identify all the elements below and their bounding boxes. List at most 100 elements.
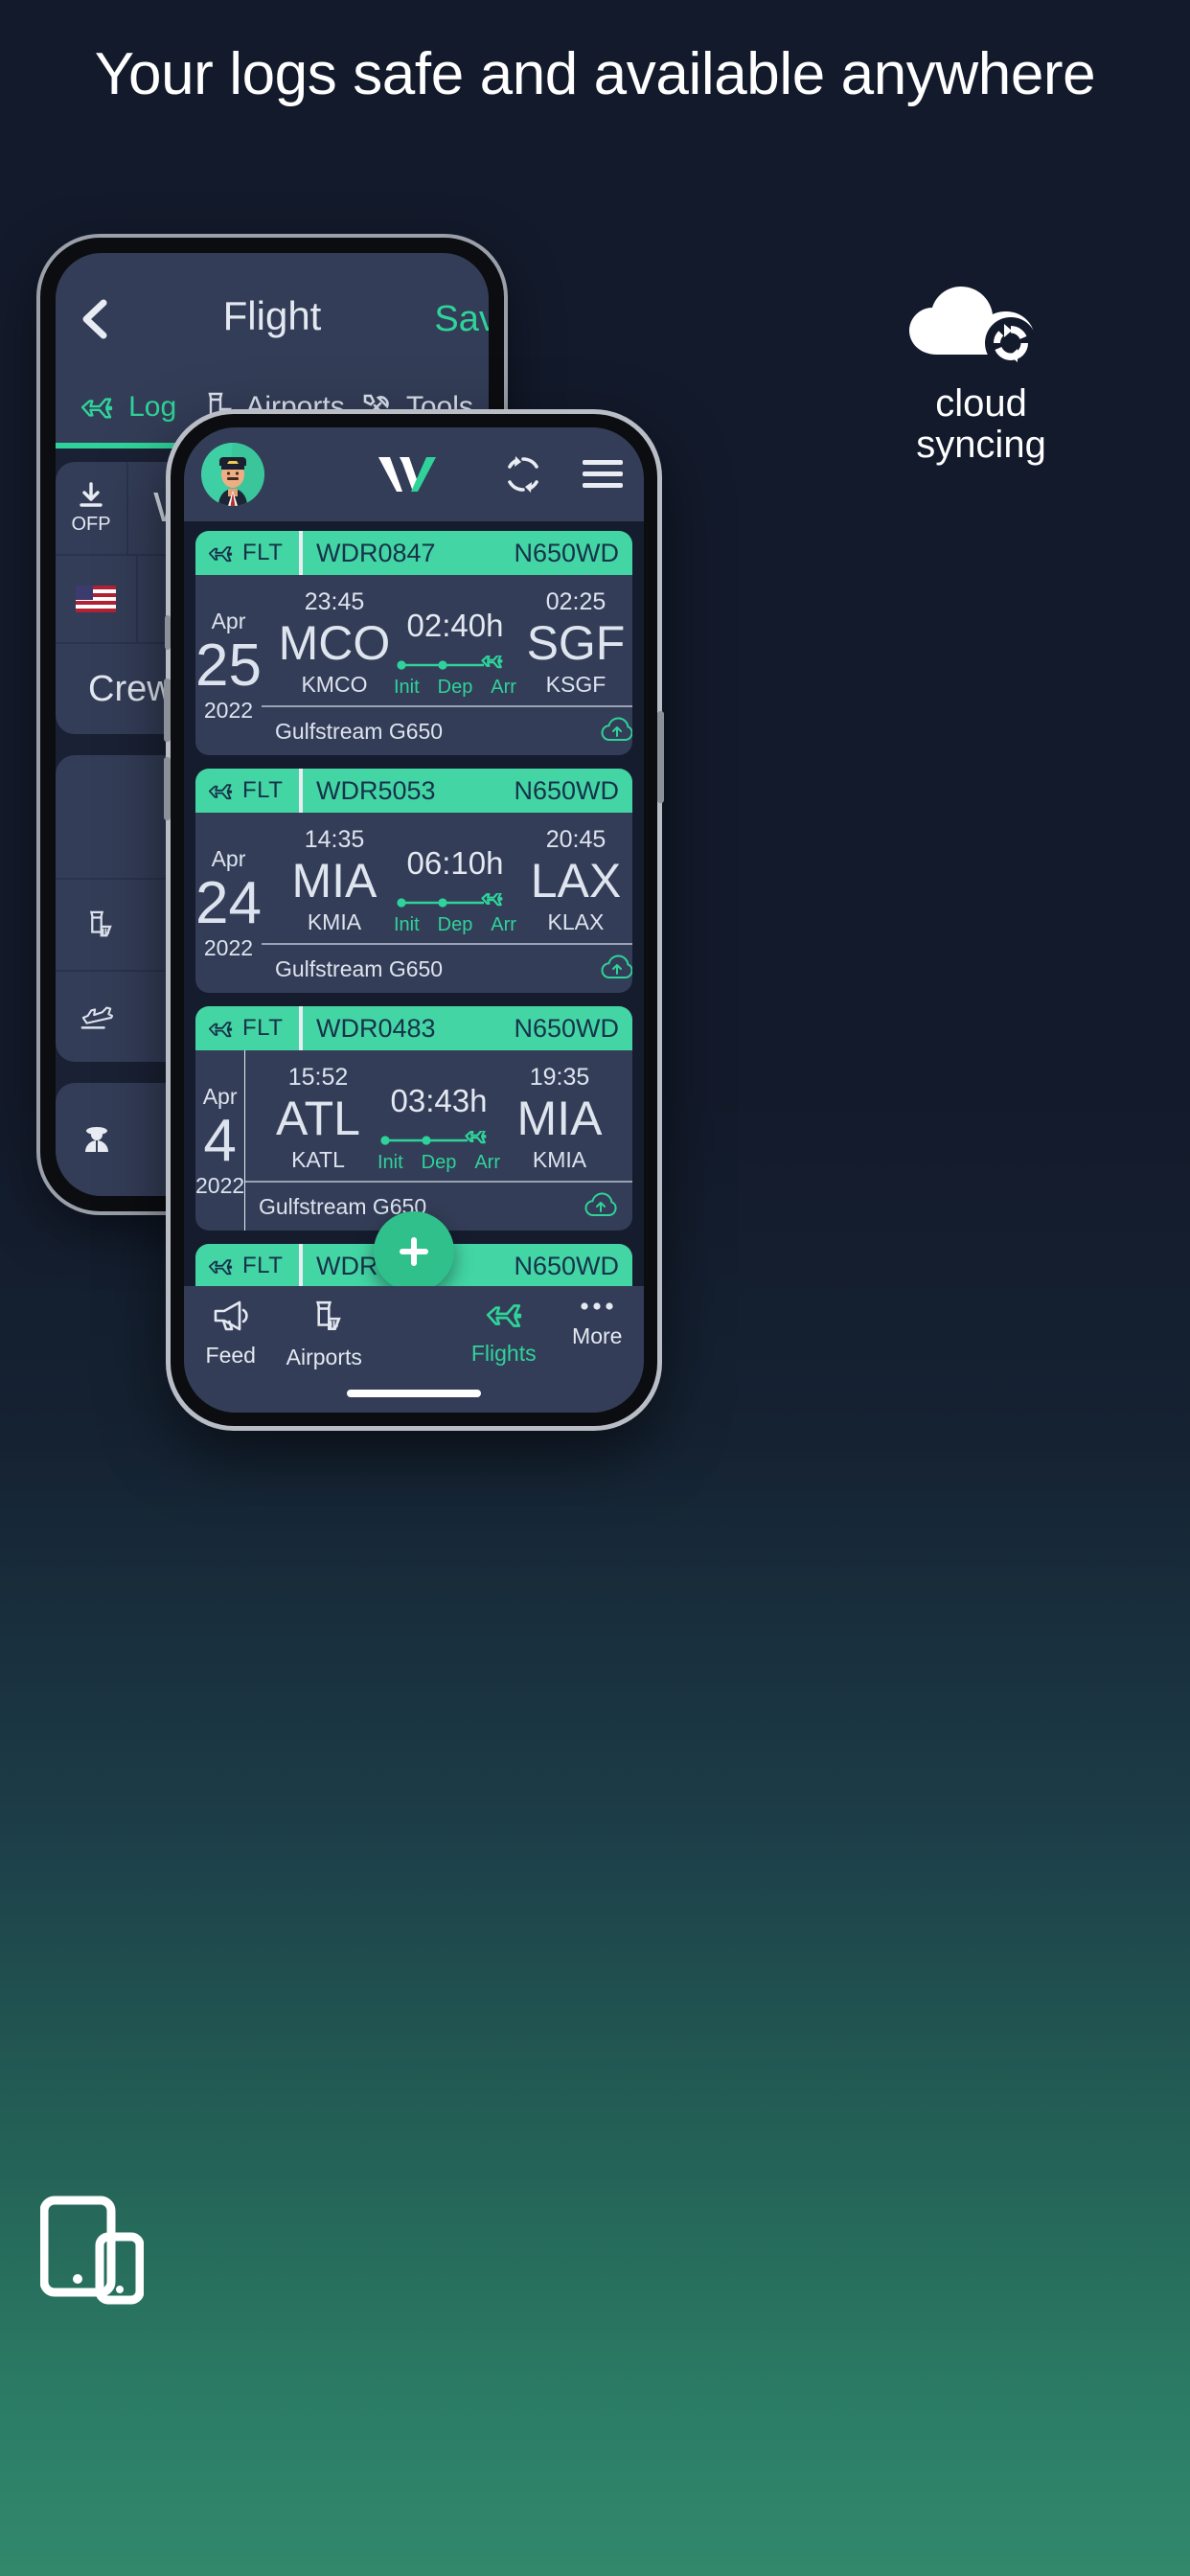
progress-dep: Dep — [421, 1152, 457, 1173]
aircraft-type: Gulfstream G650 — [274, 955, 444, 981]
flight-date: Apr 24 2022 — [195, 813, 262, 993]
arrival-block: 19:35 MIA KMIA — [500, 1064, 619, 1173]
pilot-icon — [85, 1127, 108, 1152]
departure-time: 15:52 — [287, 1064, 349, 1091]
airplane-icon — [208, 1258, 233, 1275]
duration-block: 06:10h Init Dep Arr — [394, 826, 516, 935]
plus-icon — [400, 1237, 428, 1266]
arrival-code: MIA — [516, 1092, 603, 1145]
departure-block: 15:52 ATL KATL — [259, 1064, 378, 1173]
devices-tablet-phone-icon — [39, 2196, 145, 2305]
progress-init: Init — [393, 914, 420, 935]
ellipsis-icon — [579, 1300, 615, 1318]
add-flight-fab[interactable] — [374, 1211, 454, 1292]
mute-switch[interactable] — [165, 615, 171, 650]
devices-badge — [39, 2195, 145, 2314]
sync-button[interactable] — [504, 454, 542, 499]
cloud-badge-line1: cloud — [935, 382, 1027, 425]
arrival-time: 19:35 — [529, 1064, 590, 1091]
progress-track — [397, 893, 503, 908]
cloud-sync-status-icon[interactable] — [601, 954, 632, 984]
ellipsis-icon — [581, 1302, 613, 1310]
cloud-sync-status-icon[interactable] — [584, 1191, 617, 1222]
tab-log-label: Log — [128, 391, 177, 423]
flight-type-label: FLT — [242, 1015, 284, 1041]
front-phone-screen: FLT WDR0847 N650WD Apr 25 2022 23:45 MCO — [184, 427, 644, 1413]
tab-flights[interactable]: Flights — [457, 1300, 551, 1367]
airplane-icon — [484, 1300, 524, 1335]
progress-init: Init — [393, 677, 420, 698]
flight-type-label: FLT — [242, 777, 284, 803]
flight-card-footer: Gulfstream G650 — [261, 943, 632, 993]
tab-more[interactable]: More — [551, 1300, 645, 1349]
page-title: Your logs safe and available anywhere — [94, 41, 1096, 107]
flight-type-badge: FLT — [195, 1253, 299, 1279]
us-flag-icon — [76, 586, 116, 612]
flight-number: WDR0483 — [316, 1013, 436, 1043]
ofp-button[interactable]: OFP — [56, 462, 129, 554]
country-flag-button[interactable] — [56, 556, 138, 642]
progress-dep: Dep — [437, 914, 473, 935]
flight-card[interactable]: FLT WDR5053 N650WD Apr 24 2022 14:35 MIA — [195, 769, 632, 993]
flight-duration: 03:43h — [390, 1083, 488, 1118]
progress-arr: Arr — [491, 914, 516, 935]
download-icon — [80, 481, 103, 507]
departure-icao: KATL — [291, 1147, 345, 1172]
flight-duration: 06:10h — [406, 845, 504, 881]
arrival-time: 02:25 — [545, 588, 606, 615]
flight-card-header: FLT WDR0483 N650WD — [195, 1006, 632, 1050]
tab-feed[interactable]: Feed — [184, 1300, 278, 1368]
flight-month: Apr — [202, 1084, 238, 1110]
flight-card[interactable]: FLT WDR0847 N650WD Apr 25 2022 23:45 MCO — [195, 531, 632, 755]
takeoff-icon — [80, 1006, 114, 1029]
cloud-upload-icon — [601, 954, 632, 978]
volume-up-button[interactable] — [164, 678, 171, 742]
app-logo — [184, 427, 644, 521]
flight-date: Apr 4 2022 — [195, 1050, 244, 1230]
ofp-label: OFP — [71, 513, 111, 535]
save-button[interactable]: Save — [434, 299, 489, 340]
megaphone-icon — [214, 1300, 248, 1331]
airplane-icon — [486, 1304, 521, 1327]
crew-label: Crew — [88, 668, 173, 709]
volume-down-button[interactable] — [164, 757, 171, 820]
megaphone-icon — [212, 1300, 250, 1337]
arrival-code: LAX — [530, 854, 622, 908]
tab-airports[interactable]: Airports — [278, 1300, 372, 1370]
departure-block: 23:45 MCO KMCO — [275, 588, 394, 698]
arrival-icao: KLAX — [547, 909, 605, 934]
control-tower-icon — [89, 910, 112, 937]
tab-label: Feed — [205, 1343, 256, 1368]
sync-icon — [508, 456, 538, 493]
progress-arr: Arr — [474, 1152, 500, 1173]
menu-button[interactable] — [583, 458, 623, 495]
departure-code: MIA — [291, 854, 378, 908]
tail-number: N650WD — [514, 538, 619, 567]
duration-block: 03:43h Init Dep Arr — [378, 1064, 500, 1173]
cloud-upload-icon — [584, 1191, 617, 1216]
progress-dep: Dep — [437, 677, 473, 698]
tail-number: N650WD — [514, 775, 619, 805]
control-tower-icon — [307, 1300, 342, 1339]
flight-year: 2022 — [203, 934, 254, 960]
flight-card[interactable]: FLT WDR0483 N650WD Apr 4 2022 15:52 ATL — [195, 1006, 632, 1230]
tail-number: N650WD — [514, 1013, 619, 1043]
power-button[interactable] — [657, 711, 664, 803]
arrival-block: 02:25 SGF KSGF — [516, 588, 632, 698]
tab-label: More — [572, 1323, 623, 1348]
flight-day: 4 — [203, 1108, 237, 1175]
home-indicator — [347, 1390, 481, 1397]
flight-card-footer: Gulfstream G650 — [261, 705, 632, 755]
arrival-time: 20:45 — [545, 826, 606, 853]
departure-icao: KMIA — [307, 909, 362, 934]
flight-type-label: FLT — [242, 540, 284, 565]
flight-type-badge: FLT — [195, 540, 299, 566]
cloud-upload-icon — [601, 716, 632, 741]
flight-day: 25 — [195, 632, 262, 700]
cloud-sync-badge: cloud syncing — [885, 284, 1077, 466]
departure-block: 14:35 MIA KMIA — [275, 826, 394, 935]
flight-year: 2022 — [195, 1172, 245, 1198]
cloud-sync-status-icon[interactable] — [601, 716, 632, 747]
departure-code: MCO — [278, 616, 391, 670]
departure-time: 14:35 — [304, 826, 365, 853]
